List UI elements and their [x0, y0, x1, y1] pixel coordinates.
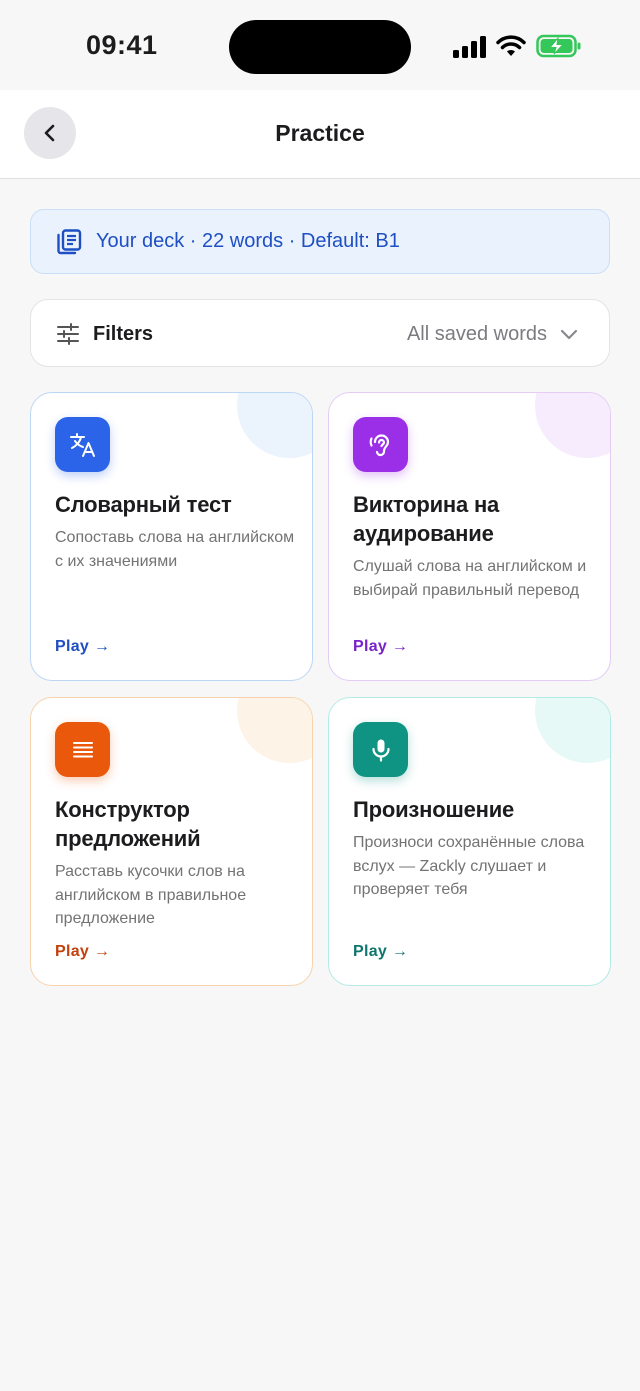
card-icon-box — [353, 722, 408, 777]
card-description: Произноси сохранённые слова вслух — Zack… — [353, 834, 585, 898]
filters-label: Filters — [93, 323, 154, 345]
page-title: Practice — [275, 120, 365, 146]
decorative-circle — [535, 698, 610, 763]
card-title: Произношение — [353, 797, 515, 822]
vocabulary-test-card[interactable]: Словарный тест Сопоставь слова на англий… — [30, 392, 313, 681]
translate-icon — [69, 432, 95, 457]
microphone-icon — [371, 739, 390, 762]
play-button[interactable]: Play → — [55, 943, 110, 961]
deck-info-banner: Your deck · 22 words · Default: B1 — [30, 209, 610, 274]
filters-dropdown[interactable]: Filters All saved words — [30, 299, 610, 367]
pronunciation-card[interactable]: Произношение Произноси сохранённые слова… — [328, 697, 611, 986]
deck-list-icon — [57, 229, 82, 255]
sliders-icon — [57, 323, 79, 345]
card-description: Слушай слова на английском и выбирай пра… — [353, 558, 587, 599]
decorative-circle — [237, 393, 312, 458]
battery-charging-icon — [536, 34, 581, 58]
play-button[interactable]: Play → — [353, 943, 408, 961]
card-icon-box — [353, 417, 408, 472]
play-button[interactable]: Play → — [55, 638, 110, 656]
cellular-signal-icon — [453, 36, 486, 58]
status-bar: 09:41 — [0, 0, 640, 90]
deck-summary-text: Your deck · 22 words · Default: B1 — [96, 230, 400, 252]
decorative-circle — [535, 393, 610, 458]
card-description: Расставь кусочки слов на английском в пр… — [55, 863, 247, 927]
filters-selected-value: All saved words — [406, 323, 547, 345]
status-time: 09:41 — [86, 30, 158, 60]
card-icon-box — [55, 417, 110, 472]
chevron-down-icon — [560, 329, 578, 340]
card-icon-box — [55, 722, 110, 777]
listening-quiz-card[interactable]: Викторина на аудирование Слушай слова на… — [328, 392, 611, 681]
ear-icon — [369, 433, 389, 456]
play-button[interactable]: Play → — [353, 638, 408, 656]
text-lines-icon — [72, 741, 93, 757]
decorative-circle — [237, 698, 312, 763]
dynamic-island — [229, 20, 411, 74]
sentence-builder-card[interactable]: Конструктор предложений Расставь кусочки… — [30, 697, 313, 986]
wifi-icon — [496, 35, 526, 56]
card-title: Конструктор предложений — [55, 797, 201, 851]
card-title: Викторина на аудирование — [353, 492, 500, 546]
top-navigation-bar: Practice — [0, 90, 640, 179]
card-description: Сопоставь слова на английском с их значе… — [55, 529, 295, 570]
card-title: Словарный тест — [55, 492, 232, 517]
